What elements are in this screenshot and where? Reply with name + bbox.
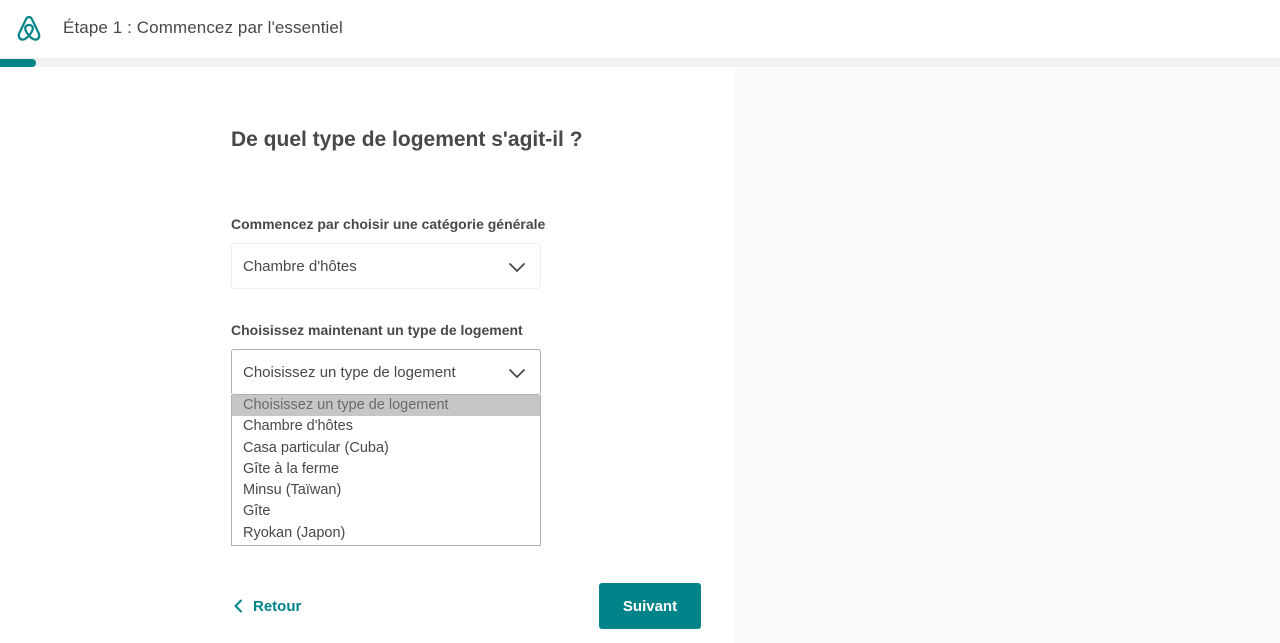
back-link[interactable]: Retour <box>233 596 301 616</box>
dropdown-option[interactable]: Gîte à la ferme <box>232 459 540 480</box>
dropdown-option[interactable]: Gîte <box>232 501 540 522</box>
dropdown-option[interactable]: Ryokan (Japon) <box>232 523 540 544</box>
chevron-down-icon <box>509 263 525 272</box>
chevron-left-icon <box>234 599 242 613</box>
type-dropdown-list: Choisissez un type de logement Chambre d… <box>231 395 541 546</box>
back-label: Retour <box>253 597 302 615</box>
progress-bar <box>0 59 1280 67</box>
airbnb-logo-icon[interactable] <box>13 13 45 45</box>
dropdown-option[interactable]: Choisissez un type de logement <box>232 395 540 417</box>
side-panel <box>735 67 1280 643</box>
category-select-value: Chambre d'hôtes <box>243 258 357 275</box>
category-select[interactable]: Chambre d'hôtes <box>231 243 541 289</box>
page-title: De quel type de logement s'agit-il ? <box>231 128 583 151</box>
type-select[interactable]: Choisissez un type de logement <box>231 349 541 395</box>
dropdown-option[interactable]: Casa particular (Cuba) <box>232 438 540 459</box>
chevron-down-icon <box>509 369 525 378</box>
dropdown-option[interactable]: Minsu (Taïwan) <box>232 480 540 501</box>
top-header: Étape 1 : Commencez par l'essentiel <box>0 0 1280 59</box>
category-label: Commencez par choisir une catégorie géné… <box>231 216 546 232</box>
step-title: Étape 1 : Commencez par l'essentiel <box>63 18 343 37</box>
next-button[interactable]: Suivant <box>599 583 701 629</box>
type-select-value: Choisissez un type de logement <box>243 364 456 381</box>
type-label: Choisissez maintenant un type de logemen… <box>231 322 523 338</box>
progress-fill <box>0 59 36 67</box>
dropdown-option[interactable]: Chambre d'hôtes <box>232 416 540 437</box>
